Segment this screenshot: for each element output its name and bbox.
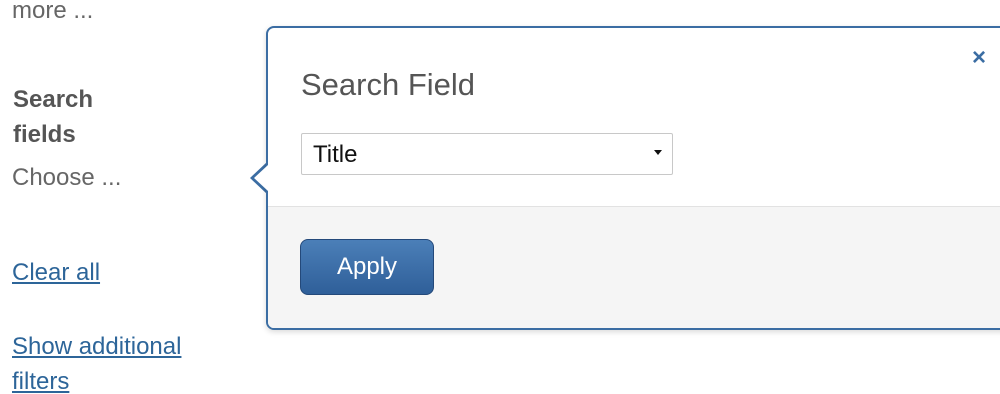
chevron-down-icon — [654, 150, 662, 155]
search-results-page: more ... Search fields Choose ... Clear … — [0, 0, 1000, 394]
search-fields-heading: Search fields — [13, 86, 94, 148]
more-link[interactable]: more ... — [12, 0, 93, 26]
show-additional-filters-link[interactable]: Show additional filters — [12, 329, 242, 394]
clear-all-link[interactable]: Clear all — [12, 255, 100, 290]
popover-arrow-fill — [254, 165, 268, 191]
search-field-popover: Search Field × Title Apply — [266, 26, 1000, 330]
close-icon[interactable]: × — [972, 46, 986, 70]
search-field-select[interactable]: Title — [301, 133, 673, 175]
search-fields-choose-link[interactable]: Choose ... — [12, 161, 121, 195]
popover-footer: Apply — [268, 206, 1000, 328]
apply-button[interactable]: Apply — [300, 239, 434, 295]
select-selected-value: Title — [313, 141, 358, 168]
popover-title: Search Field — [301, 67, 476, 102]
